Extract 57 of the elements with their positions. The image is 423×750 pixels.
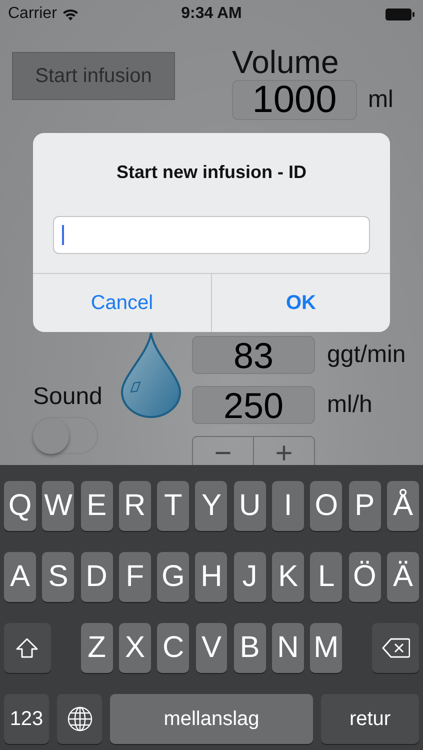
drop-icon xyxy=(120,332,182,418)
key[interactable]: Ä xyxy=(386,552,419,602)
space-key[interactable]: mellanslag xyxy=(110,694,313,744)
key[interactable]: C xyxy=(157,623,190,673)
unit-label: ggt/min xyxy=(327,341,406,369)
key[interactable]: Z xyxy=(80,623,113,673)
shift-icon xyxy=(16,638,38,658)
key[interactable]: K xyxy=(272,552,304,602)
key[interactable]: V xyxy=(196,623,228,673)
numbers-key[interactable]: 123 xyxy=(4,694,49,744)
key[interactable]: H xyxy=(195,552,228,602)
key[interactable]: P xyxy=(348,481,381,531)
key[interactable]: Ö xyxy=(348,552,381,602)
key[interactable]: E xyxy=(80,481,113,531)
sound-label: Sound xyxy=(33,383,104,411)
carrier-name: Carrier xyxy=(8,5,57,23)
battery-icon xyxy=(385,8,415,20)
confirm-button[interactable]: OK xyxy=(211,274,390,332)
key[interactable]: M xyxy=(310,623,342,673)
rate-field[interactable]: 250 xyxy=(192,386,315,424)
key[interactable]: J xyxy=(234,552,266,602)
id-input-field[interactable] xyxy=(53,216,370,254)
wifi-icon xyxy=(62,8,79,20)
delete-key[interactable] xyxy=(372,623,419,673)
key[interactable]: X xyxy=(119,623,152,673)
rate-field[interactable]: 83 xyxy=(192,336,315,374)
unit-label: ml xyxy=(368,86,394,114)
unit-label: ml/h xyxy=(327,391,372,419)
key[interactable]: L xyxy=(310,552,342,602)
volume-field[interactable]: 1000 xyxy=(232,80,357,120)
key[interactable]: A xyxy=(4,552,36,602)
clock-time: 9:34 AM xyxy=(181,5,242,23)
key[interactable]: Å xyxy=(386,481,419,531)
sound-switch[interactable] xyxy=(33,417,98,454)
key[interactable]: B xyxy=(234,623,266,673)
key[interactable]: N xyxy=(272,623,304,673)
key[interactable]: I xyxy=(272,481,304,531)
key[interactable]: D xyxy=(80,552,113,602)
key[interactable]: W xyxy=(42,481,74,531)
dialog-title: Start new infusion - ID xyxy=(116,162,306,183)
return-key[interactable]: retur xyxy=(321,694,419,744)
key[interactable]: F xyxy=(118,552,151,602)
key[interactable]: G xyxy=(157,552,190,602)
key[interactable]: U xyxy=(234,481,266,531)
key[interactable]: T xyxy=(157,481,190,531)
key[interactable]: S xyxy=(42,552,74,602)
globe-key[interactable] xyxy=(57,694,102,744)
key[interactable]: R xyxy=(118,481,151,531)
key[interactable]: O xyxy=(310,481,342,531)
volume-label: Volume xyxy=(232,44,340,80)
cancel-button[interactable]: Cancel xyxy=(33,274,211,332)
backspace-icon xyxy=(382,638,410,658)
decrement-button[interactable]: − xyxy=(193,437,253,465)
shift-key[interactable] xyxy=(4,623,51,673)
globe-icon xyxy=(66,706,92,732)
key[interactable]: Q xyxy=(4,481,36,531)
key[interactable]: Y xyxy=(195,481,228,531)
